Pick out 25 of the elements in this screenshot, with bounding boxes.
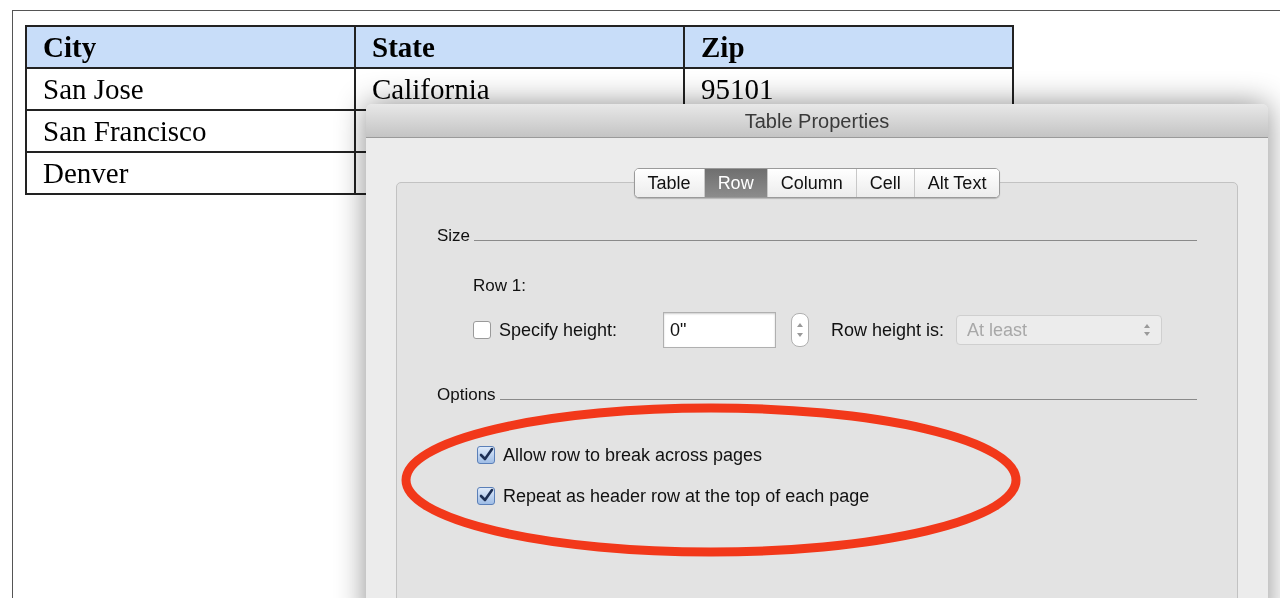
row-height-label: Row height is: xyxy=(831,318,945,342)
checkbox[interactable] xyxy=(477,487,495,505)
checkbox-label: Specify height: xyxy=(499,318,618,342)
updown-icon xyxy=(1143,323,1152,337)
window-title: Table Properties xyxy=(366,104,1268,138)
stepper[interactable] xyxy=(791,313,809,347)
table-cell: San Francisco xyxy=(26,110,355,152)
table-header-cell: State xyxy=(355,26,684,68)
tab[interactable]: Alt Text xyxy=(913,169,1000,197)
section-label: Options xyxy=(437,384,496,406)
tab[interactable]: Cell xyxy=(855,169,914,197)
checkbox[interactable] xyxy=(477,446,495,464)
checkbox-label: Allow row to break across pages xyxy=(503,443,763,467)
tab[interactable]: Table xyxy=(634,169,704,197)
height-input-field[interactable]: 0" xyxy=(663,312,776,348)
row-label: Row 1: xyxy=(473,274,526,297)
section-label: Size xyxy=(437,225,471,247)
tab[interactable]: Row xyxy=(703,169,767,197)
tab[interactable]: Column xyxy=(766,169,856,197)
table-cell: San Jose xyxy=(26,68,355,110)
table-cell: Denver xyxy=(26,152,355,194)
checkbox[interactable] xyxy=(473,321,491,339)
table-header-cell: City xyxy=(26,26,355,68)
table-header-cell: Zip xyxy=(684,26,1013,68)
checkbox-label: Repeat as header row at the top of each page xyxy=(503,484,870,508)
